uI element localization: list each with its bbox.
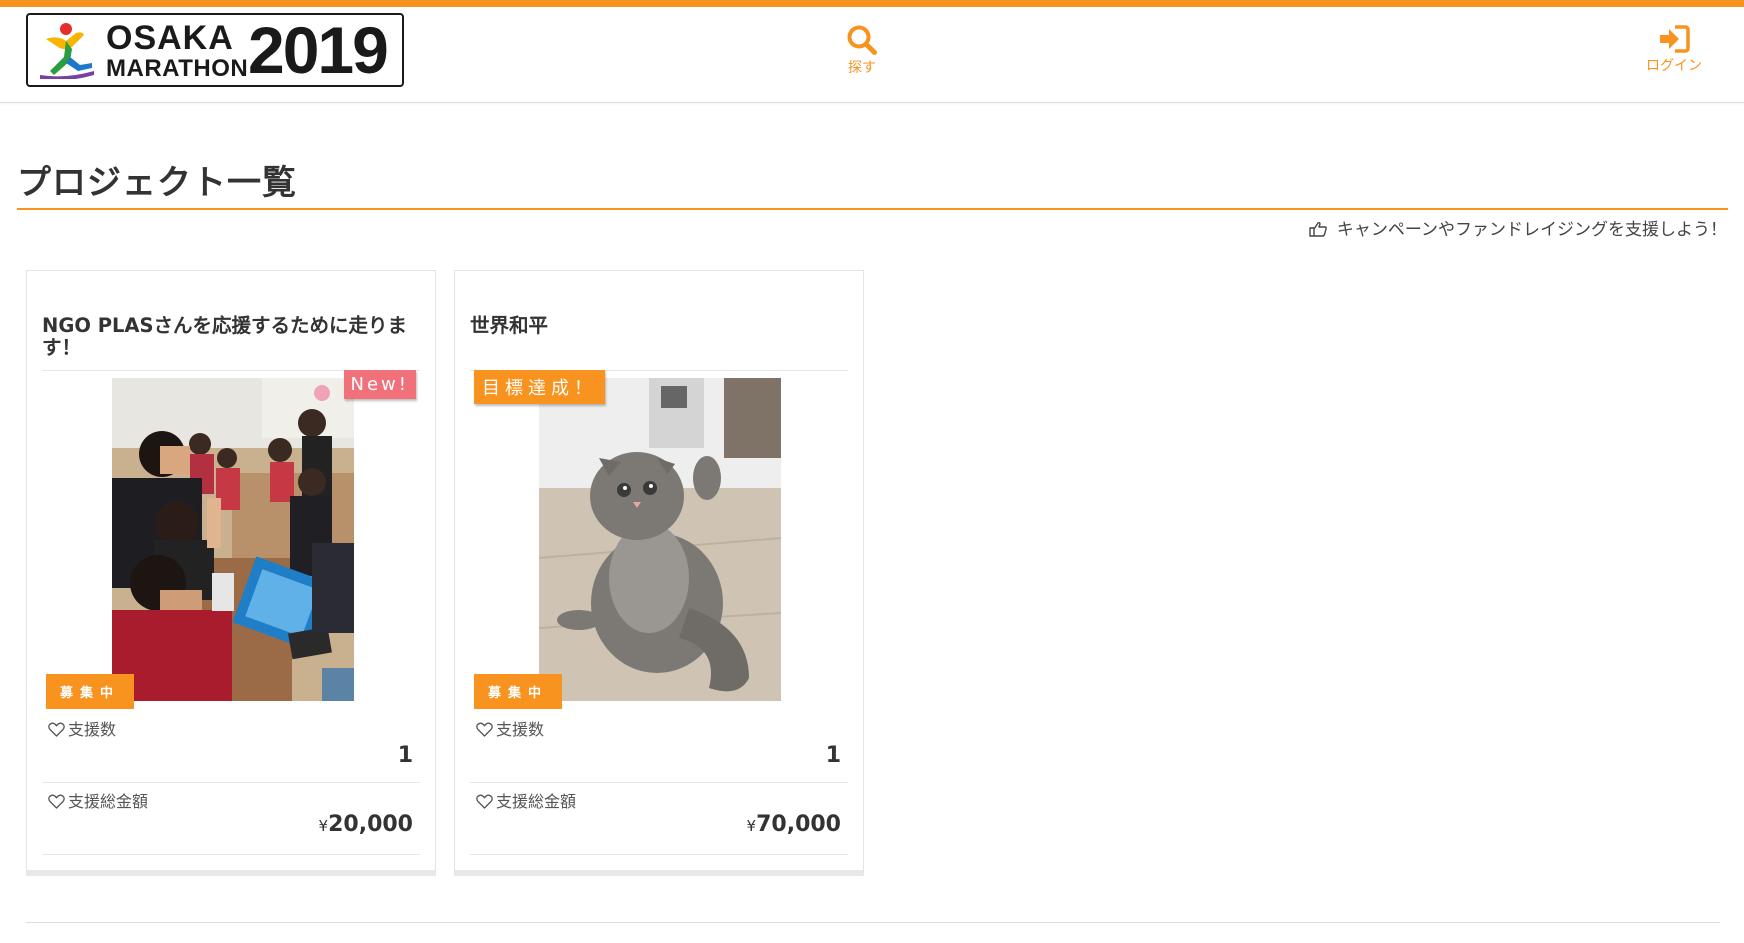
card-divider [470, 782, 848, 783]
nav-login[interactable]: ログイン [1636, 24, 1712, 75]
project-title[interactable]: 世界和平 [470, 314, 845, 337]
card-divider [42, 854, 420, 855]
total-amount-label-text: 支援総金額 [68, 792, 149, 811]
supporters-label: 支援数 [48, 716, 116, 740]
tagline: キャンペーンやファンドレイジングを支援しよう！ [1309, 215, 1727, 240]
project-card[interactable]: NGO PLASさんを応援するために走ります！ New! 募集中 支援数 1 支… [26, 270, 436, 876]
heart-outline-icon [48, 722, 65, 737]
nav-login-label: ログイン [1646, 58, 1702, 74]
logo-line-osaka: OSAKA [106, 19, 234, 57]
title-underline [17, 208, 1728, 210]
logo-wordmark: OSAKA MARATHON [106, 21, 248, 81]
status-badge: 募集中 [46, 674, 135, 709]
kitten-photo[interactable] [539, 378, 781, 701]
supporters-count: 1 [397, 743, 413, 768]
tagline-text: キャンペーンやファンドレイジングを支援しよう！ [1336, 220, 1727, 240]
osaka-marathon-logo[interactable]: OSAKA MARATHON 2019 [26, 13, 404, 87]
supporters-label: 支援数 [476, 716, 544, 740]
site-header: OSAKA MARATHON 2019 探す ログイン [0, 7, 1744, 103]
card-divider [42, 782, 420, 783]
total-amount-label: 支援総金額 [48, 788, 148, 812]
page-title: プロジェクト一覧 [17, 163, 297, 203]
supporters-label-text: 支援数 [496, 720, 545, 739]
supporters-count: 1 [825, 743, 841, 768]
new-badge: New! [343, 370, 416, 399]
total-amount: ¥70,000 [747, 812, 841, 837]
total-amount-label-text: 支援総金額 [496, 792, 577, 811]
nav-search[interactable]: 探す [840, 24, 884, 77]
status-badge: 募集中 [474, 674, 563, 709]
search-icon [847, 25, 877, 55]
card-divider [470, 854, 848, 855]
currency-symbol: ¥ [318, 817, 329, 835]
logo-line-marathon: MARATHON [106, 55, 249, 82]
runner-logo-icon [40, 23, 94, 79]
currency-symbol: ¥ [746, 817, 757, 835]
goal-achieved-badge: 目標達成！ [474, 370, 605, 404]
total-amount-label: 支援総金額 [476, 788, 576, 812]
heart-outline-icon [476, 722, 493, 737]
project-card[interactable]: 世界和平 目標達成！ 募集中 支援数 1 支援総金額 ¥70,000 [454, 270, 864, 876]
login-icon [1660, 25, 1690, 53]
heart-outline-icon [48, 794, 65, 809]
classroom-photo[interactable] [112, 378, 354, 701]
heart-outline-icon [476, 794, 493, 809]
thumbs-up-pointing-icon [1309, 221, 1328, 237]
total-amount: ¥20,000 [319, 812, 413, 837]
top-accent-stripe [0, 0, 1744, 7]
total-amount-value: 70,000 [756, 812, 841, 837]
total-amount-value: 20,000 [328, 812, 413, 837]
supporters-label-text: 支援数 [68, 720, 117, 739]
project-title[interactable]: NGO PLASさんを応援するために走ります！ [42, 314, 417, 359]
nav-search-label: 探す [848, 60, 876, 76]
logo-year: 2019 [248, 13, 389, 87]
section-divider [26, 922, 1720, 923]
